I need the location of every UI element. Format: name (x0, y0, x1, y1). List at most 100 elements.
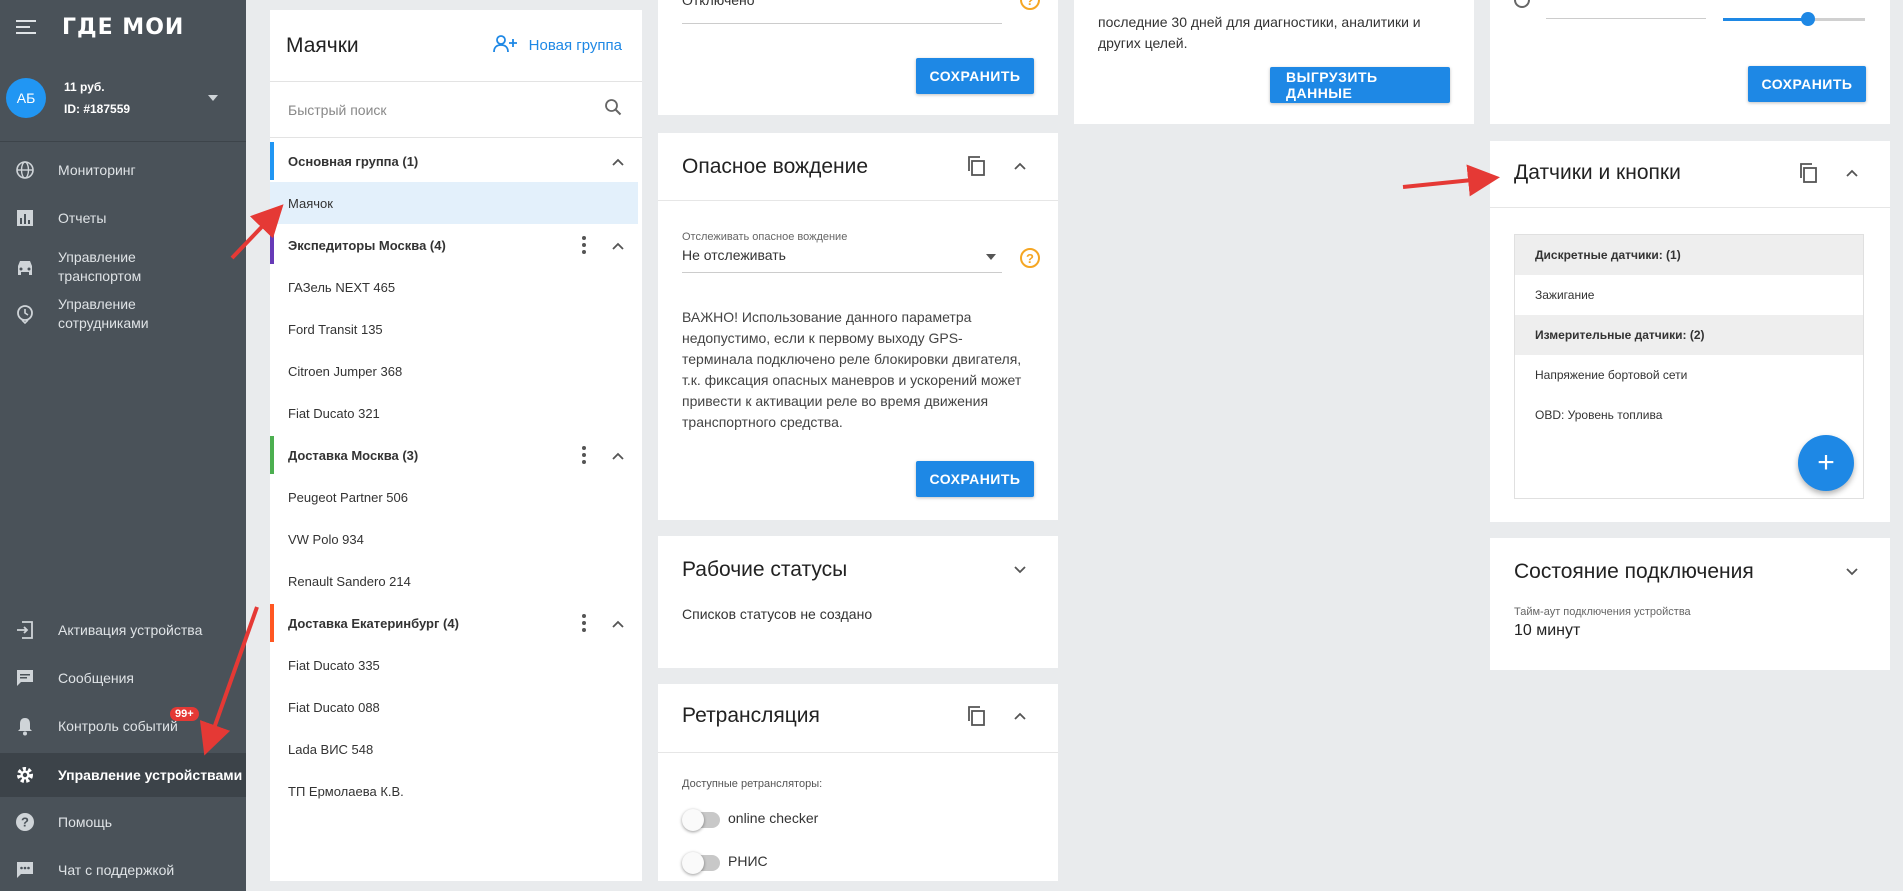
nav-devices[interactable]: Управление устройствами (0, 753, 246, 797)
sensor-item[interactable]: Напряжение бортовой сети (1515, 355, 1863, 395)
chevron-down-icon[interactable] (208, 94, 218, 101)
list-item[interactable]: Fiat Ducato 335 (270, 644, 642, 686)
list-item[interactable]: ГАЗель NEXT 465 (270, 266, 642, 308)
more-vert-icon[interactable] (582, 446, 586, 464)
card-title: Рабочие статусы (682, 558, 848, 581)
sidebar: ГДЕ МОИ АБ 11 руб. ID: #187559 Мониторин… (0, 0, 246, 891)
nav-staff[interactable]: Управление сотрудниками (0, 293, 246, 335)
nav-activation[interactable]: Активация устройства (0, 610, 246, 650)
connection-value: 10 минут (1514, 622, 1581, 639)
nav-help[interactable]: ? Помощь (0, 802, 246, 842)
save-button[interactable]: СОХРАНИТЬ (916, 58, 1034, 94)
new-group-button[interactable]: Новая группа (492, 34, 622, 58)
add-sensor-button[interactable]: + (1798, 435, 1854, 491)
slider-track[interactable] (1723, 12, 1865, 26)
chevron-up-icon[interactable] (1008, 154, 1032, 178)
login-icon (14, 619, 36, 641)
clock-pin-icon (14, 303, 36, 325)
beacons-header: Маячки Новая группа (270, 10, 642, 82)
nav-label: Мониторинг (58, 161, 136, 178)
chevron-up-icon[interactable] (612, 238, 624, 253)
copy-icon[interactable] (1796, 161, 1820, 185)
search-icon[interactable] (604, 98, 622, 121)
slider-fill (1723, 18, 1809, 21)
chevron-up-icon[interactable] (612, 154, 624, 169)
beacons-panel: Маячки Новая группа Основная группа (1) … (270, 10, 642, 881)
group-header[interactable]: Основная группа (1) (270, 140, 642, 182)
top-settings-card: Отключено ? СОХРАНИТЬ (658, 0, 1058, 115)
export-text: последние 30 дней для диагностики, анали… (1098, 14, 1421, 51)
divider (658, 200, 1058, 201)
retranslation-card: Ретрансляция Доступные ретрансляторы: on… (658, 684, 1058, 881)
copy-icon[interactable] (964, 154, 988, 178)
events-badge: 99+ (170, 707, 199, 721)
list-item[interactable]: Lada ВИС 548 (270, 728, 642, 770)
toggle-rnis[interactable] (682, 852, 720, 874)
group-name: Экспедиторы Москва (4) (288, 237, 446, 253)
list-item[interactable]: Peugeot Partner 506 (270, 476, 642, 518)
list-item[interactable]: VW Polo 934 (270, 518, 642, 560)
avatar[interactable]: АБ (6, 77, 46, 118)
connection-label: Тайм-аут подключения устройства (1514, 606, 1691, 618)
nav-messages[interactable]: Сообщения (0, 658, 246, 698)
list-item[interactable]: ТП Ермолаева К.В. (270, 770, 642, 812)
nav-support[interactable]: Чат с поддержкой (0, 850, 246, 890)
warning-text: ВАЖНО! Использование данного параметра н… (682, 309, 1022, 430)
car-icon (14, 256, 36, 278)
group-name: Доставка Екатеринбург (4) (288, 615, 459, 631)
chevron-up-icon[interactable] (612, 616, 624, 631)
nav-label: Чат с поддержкой (58, 861, 175, 878)
chevron-up-icon[interactable] (1008, 704, 1032, 728)
menu-collapse-icon[interactable] (16, 20, 36, 34)
group-name: Доставка Москва (3) (288, 447, 419, 463)
list-item[interactable]: Fiat Ducato 321 (270, 392, 642, 434)
list-item[interactable]: Маячок (270, 182, 638, 224)
divider (1490, 207, 1890, 208)
list-item[interactable]: Ford Transit 135 (270, 308, 642, 350)
svg-text:?: ? (21, 815, 29, 830)
list-item[interactable]: Renault Sandero 214 (270, 560, 642, 602)
toggle-online-checker[interactable] (682, 809, 720, 831)
nav-label: Активация устройства (58, 621, 203, 638)
retrans-item-label: online checker (728, 810, 819, 826)
list-item[interactable]: Citroen Jumper 368 (270, 350, 642, 392)
export-data-button[interactable]: ВЫГРУЗИТЬ ДАННЫЕ (1270, 67, 1450, 103)
bell-icon (14, 715, 36, 737)
save-button[interactable]: СОХРАНИТЬ (916, 461, 1034, 497)
globe-icon (14, 159, 36, 181)
account-balance: 11 руб. (64, 79, 105, 94)
group-color-bar (270, 226, 274, 264)
chevron-up-icon[interactable] (612, 448, 624, 463)
help-icon[interactable]: ? (1020, 0, 1040, 10)
bar-chart-icon (14, 207, 36, 229)
card-title: Опасное вождение (682, 155, 869, 178)
sensor-item[interactable]: OBD: Уровень топлива (1515, 395, 1863, 435)
top-select-field[interactable]: Отключено (682, 0, 1002, 24)
save-button[interactable]: СОХРАНИТЬ (1748, 66, 1866, 102)
group-header[interactable]: Доставка Екатеринбург (4) (270, 602, 642, 644)
nav-monitoring[interactable]: Мониторинг (0, 150, 246, 190)
app-logo[interactable]: ГДЕ МОИ (62, 15, 184, 40)
gear-icon (14, 764, 36, 786)
nav-events[interactable]: Контроль событий 99+ (0, 706, 246, 746)
nav-transport[interactable]: Управление транспортом (0, 246, 246, 288)
chevron-down-icon[interactable] (1840, 560, 1864, 584)
group-header[interactable]: Доставка Москва (3) (270, 434, 642, 476)
account-block[interactable]: АБ 11 руб. ID: #187559 (0, 54, 246, 142)
search-input[interactable] (288, 101, 604, 118)
group-header[interactable]: Экспедиторы Москва (4) (270, 224, 642, 266)
more-vert-icon[interactable] (582, 236, 586, 254)
dangerous-select[interactable]: Не отслеживать (682, 247, 1002, 273)
sensor-item[interactable]: Зажигание (1515, 275, 1863, 315)
nav-reports[interactable]: Отчеты (0, 198, 246, 238)
help-icon[interactable]: ? (1020, 248, 1040, 268)
chevron-down-icon[interactable] (1008, 558, 1032, 582)
dropdown-arrow-icon (986, 254, 996, 260)
radio-icon[interactable] (1514, 0, 1530, 8)
copy-icon[interactable] (964, 704, 988, 728)
list-item[interactable]: Fiat Ducato 088 (270, 686, 642, 728)
card-title: Состояние подключения (1514, 560, 1754, 583)
slider-thumb[interactable] (1801, 12, 1816, 26)
chevron-up-icon[interactable] (1840, 161, 1864, 185)
more-vert-icon[interactable] (582, 614, 586, 632)
